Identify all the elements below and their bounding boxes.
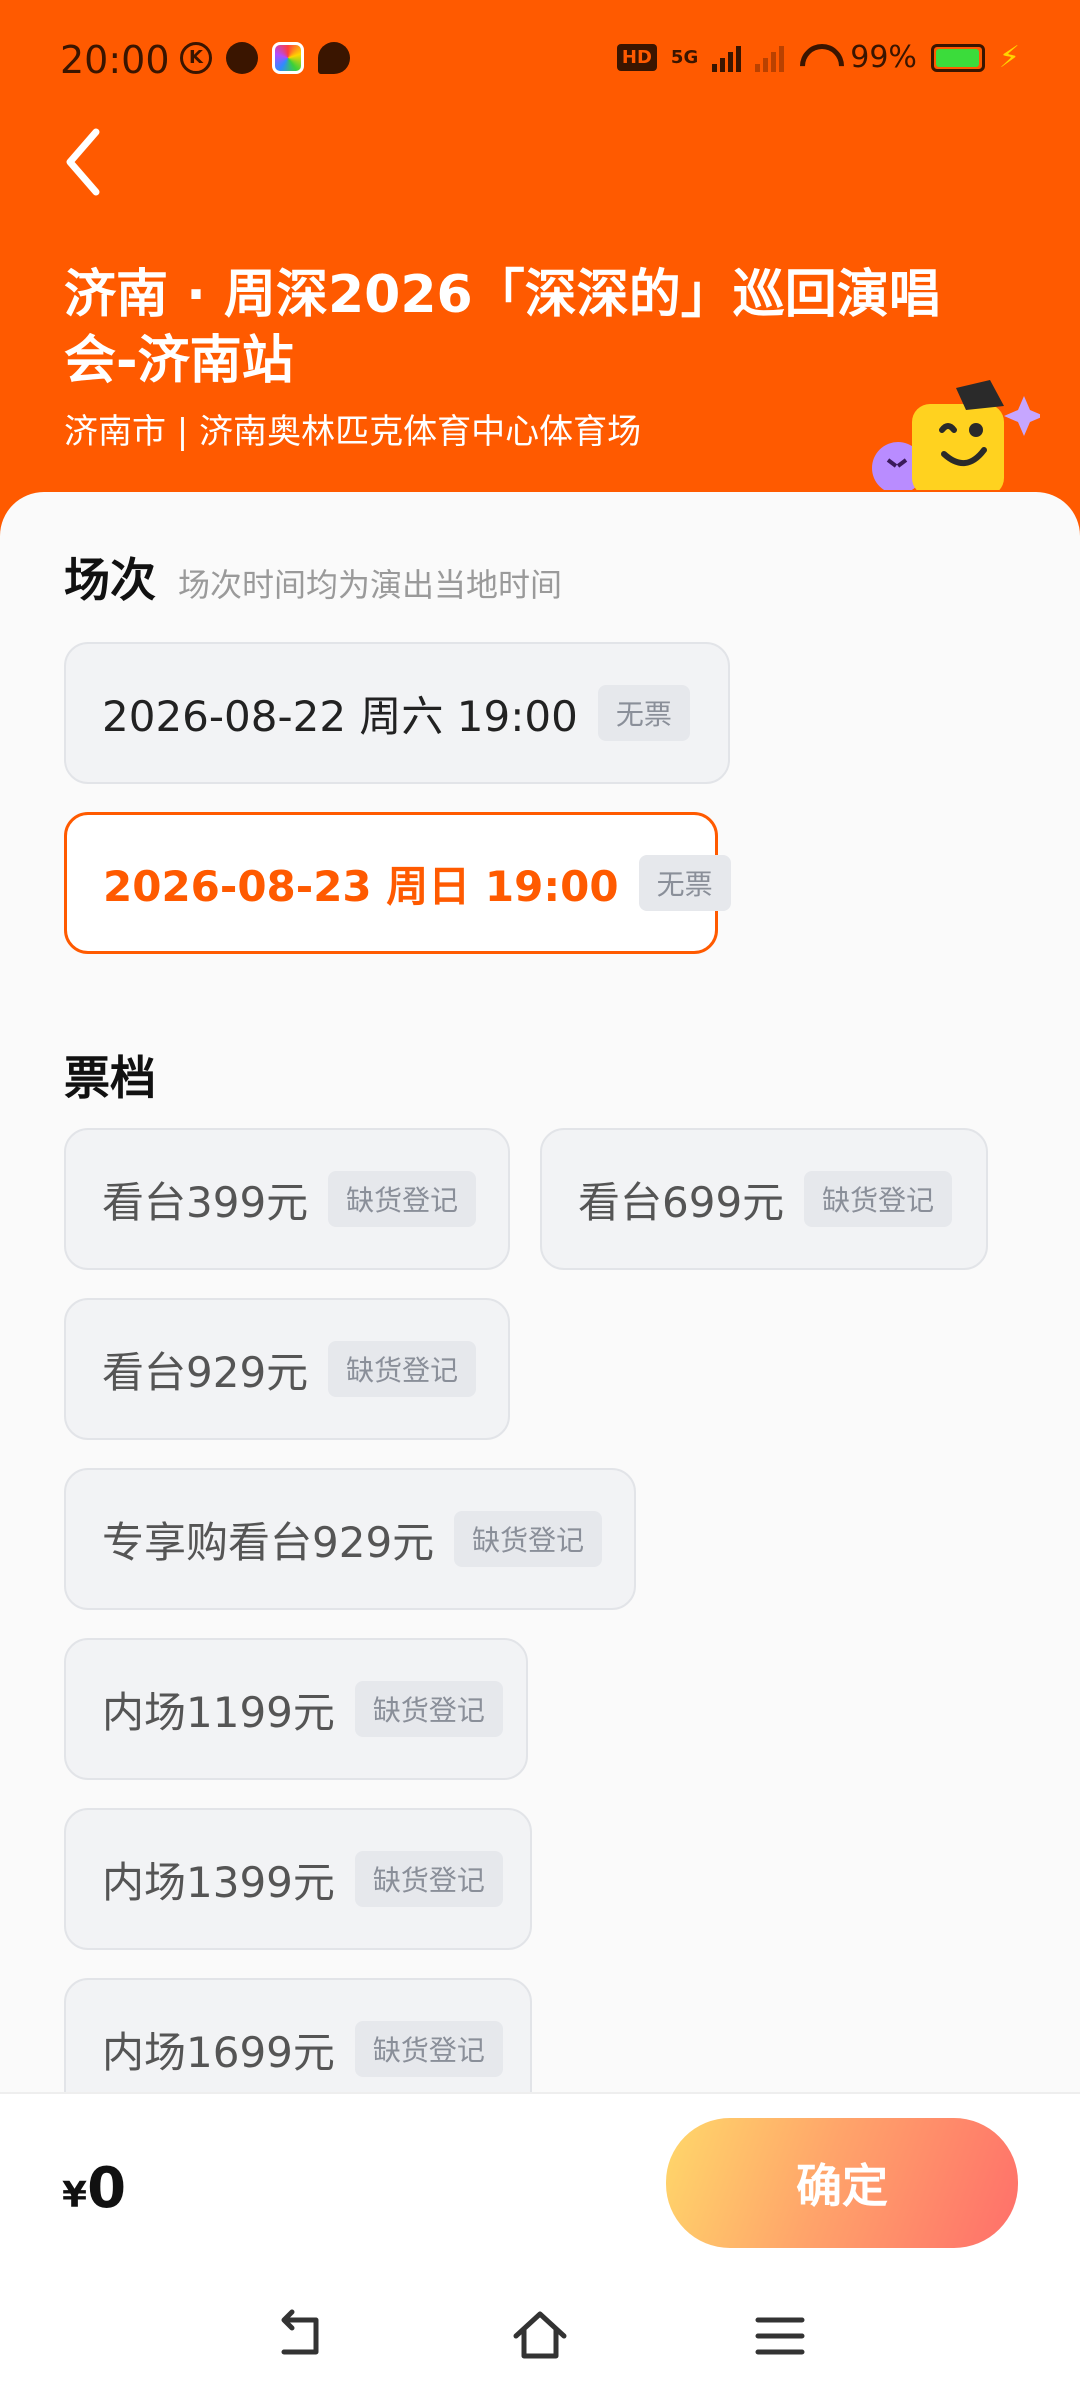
- selection-sheet: 场次 场次时间均为演出当地时间 2026-08-22 周六 19:00 无票 2…: [0, 492, 1080, 2092]
- waitlist-badge: 缺货登记: [354, 1681, 503, 1737]
- battery-icon: [930, 43, 985, 72]
- status-time: 20:00: [60, 38, 170, 82]
- session-status-badge: 无票: [638, 855, 731, 911]
- mascot-illustration: [872, 380, 1040, 490]
- ticket-tier-option[interactable]: 内场1399元 缺货登记: [64, 1808, 532, 1950]
- total-amount: 0: [87, 2156, 127, 2221]
- signal-icon: [712, 44, 742, 72]
- total-price: ¥0: [62, 2156, 126, 2221]
- waitlist-badge: 缺货登记: [454, 1511, 603, 1567]
- ticket-tier-label: 看台399元: [102, 1177, 309, 1227]
- screen: 20:00 K HD 5G 99% ⚡ 济南 · 周深2026「深深的」巡回演唱…: [0, 0, 1080, 2400]
- event-venue: 济南市 | 济南奥林匹克体育中心体育场: [64, 412, 642, 452]
- ticket-tier-label: 专享购看台929元: [102, 1517, 435, 1567]
- session-option-label: 2026-08-23 周日 19:00: [103, 861, 619, 911]
- ticket-tier-option[interactable]: 内场1199元 缺货登记: [64, 1638, 528, 1780]
- network-type: 5G: [670, 47, 699, 68]
- app-notification-icon: [272, 42, 304, 74]
- signal-secondary-icon: [755, 44, 785, 72]
- menu-nav-icon[interactable]: [750, 2306, 810, 2366]
- ticket-tier-label: 内场1199元: [102, 1687, 335, 1737]
- globe-icon: [226, 42, 258, 74]
- status-notification-icons: K: [180, 42, 350, 74]
- back-nav-icon[interactable]: [270, 2306, 330, 2366]
- session-option[interactable]: 2026-08-22 周六 19:00 无票: [64, 642, 730, 784]
- currency-symbol: ¥: [62, 2175, 88, 2216]
- status-bar: 20:00 K HD 5G 99% ⚡: [0, 0, 1080, 120]
- ticket-tier-label: 看台699元: [578, 1177, 785, 1227]
- ticket-tier-option[interactable]: 看台399元 缺货登记: [64, 1128, 510, 1270]
- hd-icon: HD: [616, 44, 657, 71]
- waitlist-badge: 缺货登记: [328, 1171, 477, 1227]
- k-app-icon: K: [180, 42, 212, 74]
- waitlist-badge: 缺货登记: [804, 1171, 953, 1227]
- session-section-title: 场次: [64, 553, 156, 607]
- waitlist-badge: 缺货登记: [354, 1851, 503, 1907]
- ticket-tier-option[interactable]: 专享购看台929元 缺货登记: [64, 1468, 636, 1610]
- ticket-tier-option[interactable]: 内场1699元 缺货登记: [64, 1978, 532, 2092]
- chevron-left-icon: [66, 128, 100, 196]
- ticket-tier-option[interactable]: 看台699元 缺货登记: [540, 1128, 988, 1270]
- ticket-tier-label: 内场1399元: [102, 1857, 335, 1907]
- session-status-badge: 无票: [597, 685, 690, 741]
- ticket-tier-label: 看台929元: [102, 1347, 309, 1397]
- confirm-button[interactable]: 确定: [666, 2118, 1018, 2248]
- event-title: 济南 · 周深2026「深深的」巡回演唱会-济南站: [64, 265, 941, 391]
- tier-section-header: 票档: [64, 1042, 156, 1108]
- battery-percent: 99%: [850, 40, 917, 75]
- back-button[interactable]: [56, 122, 126, 202]
- system-nav-bar: [0, 2272, 1080, 2400]
- status-system-icons: HD 5G 99% ⚡: [616, 40, 1020, 75]
- charging-icon: ⚡: [998, 40, 1020, 75]
- session-section-header: 场次 场次时间均为演出当地时间: [64, 544, 562, 610]
- chat-bubble-icon: [318, 42, 350, 74]
- session-option-selected[interactable]: 2026-08-23 周日 19:00 无票: [64, 812, 731, 954]
- waitlist-badge: 缺货登记: [328, 1341, 477, 1397]
- wifi-icon: [798, 44, 836, 72]
- tier-section-title: 票档: [64, 1051, 156, 1105]
- session-option-label: 2026-08-22 周六 19:00: [102, 691, 578, 741]
- checkout-bar: ¥0 确定: [0, 2092, 1080, 2272]
- waitlist-badge: 缺货登记: [354, 2021, 503, 2077]
- ticket-tier-label: 内场1699元: [102, 2027, 335, 2077]
- home-nav-icon[interactable]: [510, 2306, 570, 2366]
- session-section-hint: 场次时间均为演出当地时间: [178, 566, 563, 604]
- ticket-tier-option[interactable]: 看台929元 缺货登记: [64, 1298, 510, 1440]
